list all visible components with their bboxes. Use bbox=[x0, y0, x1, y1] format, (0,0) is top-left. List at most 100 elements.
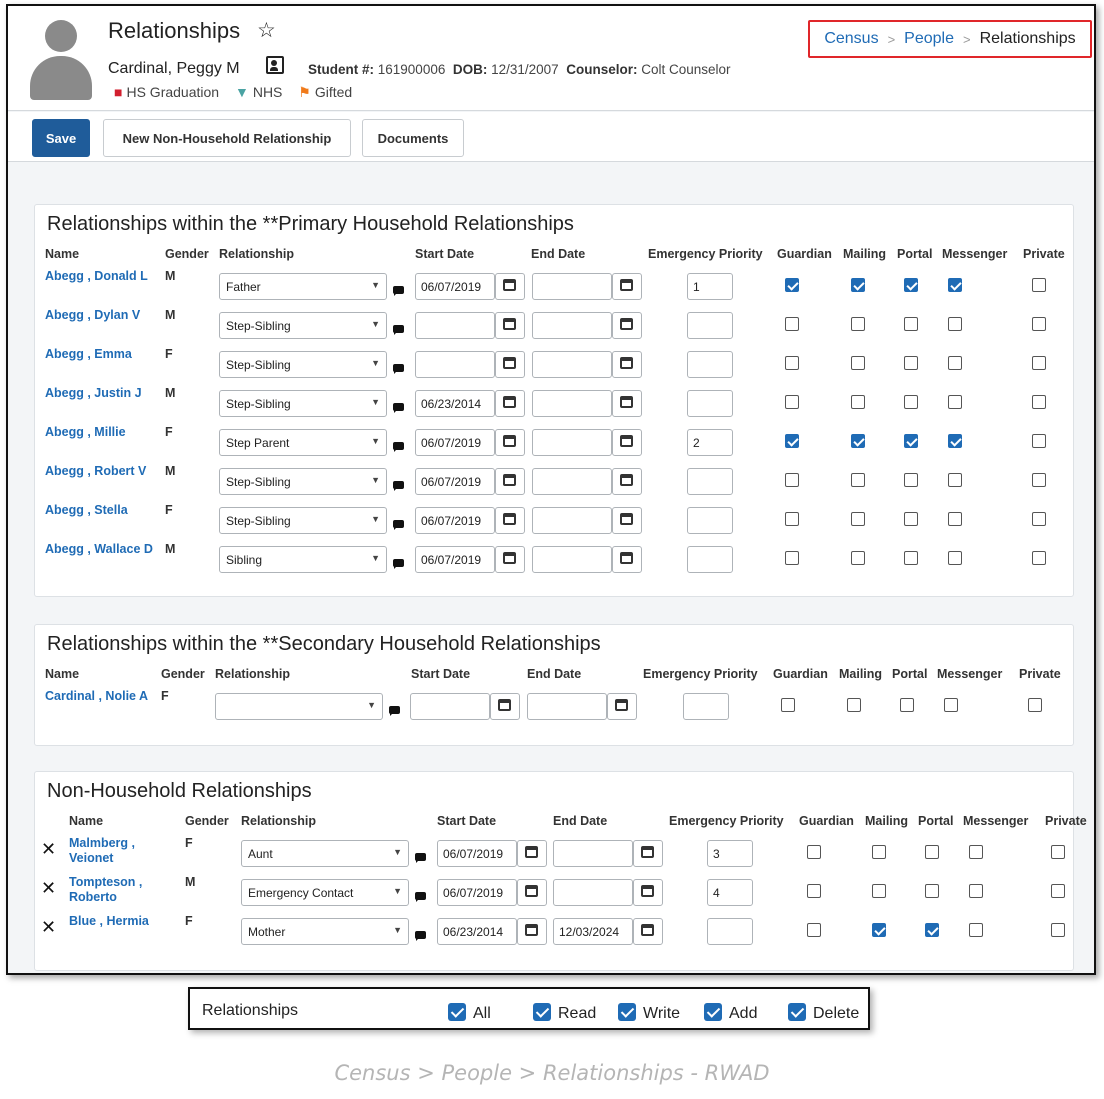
right-read-checkbox[interactable] bbox=[533, 1003, 551, 1021]
emergency-priority-input[interactable]: 1 bbox=[687, 273, 733, 300]
end-date-input[interactable] bbox=[532, 390, 612, 417]
portal-checkbox[interactable] bbox=[925, 845, 939, 859]
emergency-priority-input[interactable] bbox=[687, 351, 733, 378]
person-name-link[interactable]: Abegg , Donald L bbox=[45, 269, 163, 284]
private-checkbox[interactable] bbox=[1032, 317, 1046, 331]
messenger-checkbox[interactable] bbox=[944, 698, 958, 712]
guardian-checkbox[interactable] bbox=[785, 473, 799, 487]
person-name-link[interactable]: Cardinal , Nolie A bbox=[45, 689, 167, 704]
comment-icon[interactable] bbox=[393, 364, 404, 374]
emergency-priority-input[interactable] bbox=[687, 546, 733, 573]
portal-checkbox[interactable] bbox=[904, 395, 918, 409]
comment-icon[interactable] bbox=[393, 442, 404, 452]
start-date-input[interactable]: 06/07/2019 bbox=[415, 468, 495, 495]
messenger-checkbox[interactable] bbox=[969, 884, 983, 898]
mailing-checkbox[interactable] bbox=[851, 473, 865, 487]
private-checkbox[interactable] bbox=[1032, 551, 1046, 565]
start-date-input[interactable]: 06/07/2019 bbox=[415, 273, 495, 300]
start-date-input[interactable]: 06/07/2019 bbox=[437, 840, 517, 867]
private-checkbox[interactable] bbox=[1051, 923, 1065, 937]
emergency-priority-input[interactable] bbox=[687, 507, 733, 534]
right-add-checkbox[interactable] bbox=[704, 1003, 722, 1021]
star-icon[interactable]: ☆ bbox=[257, 18, 276, 43]
guardian-checkbox[interactable] bbox=[785, 512, 799, 526]
portal-checkbox[interactable] bbox=[904, 434, 918, 448]
start-date-input[interactable] bbox=[415, 312, 495, 339]
guardian-checkbox[interactable] bbox=[785, 278, 799, 292]
mailing-checkbox[interactable] bbox=[851, 512, 865, 526]
guardian-checkbox[interactable] bbox=[785, 434, 799, 448]
end-date-input[interactable] bbox=[532, 429, 612, 456]
end-date-input[interactable]: 12/03/2024 bbox=[553, 918, 633, 945]
person-name-link[interactable]: Abegg , Dylan V bbox=[45, 308, 163, 323]
portal-checkbox[interactable] bbox=[925, 884, 939, 898]
emergency-priority-input[interactable]: 4 bbox=[707, 879, 753, 906]
messenger-checkbox[interactable] bbox=[948, 356, 962, 370]
comment-icon[interactable] bbox=[415, 931, 426, 941]
relationship-select[interactable]: Sibling ▼ bbox=[219, 546, 387, 573]
person-name-link[interactable]: Tompteson , Roberto bbox=[69, 875, 179, 905]
portal-checkbox[interactable] bbox=[904, 512, 918, 526]
end-date-input[interactable] bbox=[553, 879, 633, 906]
comment-icon[interactable] bbox=[415, 853, 426, 863]
mailing-checkbox[interactable] bbox=[851, 356, 865, 370]
private-checkbox[interactable] bbox=[1032, 473, 1046, 487]
person-name-link[interactable]: Abegg , Millie bbox=[45, 425, 163, 440]
end-date-input[interactable] bbox=[532, 546, 612, 573]
person-name-link[interactable]: Blue , Hermia bbox=[69, 914, 179, 929]
comment-icon[interactable] bbox=[393, 403, 404, 413]
portal-checkbox[interactable] bbox=[925, 923, 939, 937]
end-date-input[interactable] bbox=[527, 693, 607, 720]
end-date-input[interactable] bbox=[532, 507, 612, 534]
breadcrumb-people[interactable]: People bbox=[904, 30, 954, 48]
person-name-link[interactable]: Malmberg , Veionet bbox=[69, 836, 179, 866]
guardian-checkbox[interactable] bbox=[807, 845, 821, 859]
relationship-select[interactable]: Mother ▼ bbox=[241, 918, 409, 945]
comment-icon[interactable] bbox=[389, 706, 400, 716]
documents-button[interactable]: Documents bbox=[362, 119, 464, 157]
private-checkbox[interactable] bbox=[1032, 434, 1046, 448]
comment-icon[interactable] bbox=[393, 481, 404, 491]
relationship-select[interactable]: Emergency Contact ▼ bbox=[241, 879, 409, 906]
start-date-input[interactable]: 06/07/2019 bbox=[415, 429, 495, 456]
emergency-priority-input[interactable] bbox=[687, 390, 733, 417]
end-date-input[interactable] bbox=[532, 351, 612, 378]
end-date-input[interactable] bbox=[532, 273, 612, 300]
breadcrumb-census[interactable]: Census bbox=[824, 30, 878, 48]
relationship-select[interactable]: Step-Sibling ▼ bbox=[219, 312, 387, 339]
messenger-checkbox[interactable] bbox=[948, 512, 962, 526]
private-checkbox[interactable] bbox=[1028, 698, 1042, 712]
relationship-select[interactable]: Father ▼ bbox=[219, 273, 387, 300]
end-date-input[interactable] bbox=[553, 840, 633, 867]
guardian-checkbox[interactable] bbox=[781, 698, 795, 712]
person-name-link[interactable]: Abegg , Stella bbox=[45, 503, 163, 518]
mailing-checkbox[interactable] bbox=[851, 395, 865, 409]
comment-icon[interactable] bbox=[415, 892, 426, 902]
messenger-checkbox[interactable] bbox=[948, 278, 962, 292]
delete-icon[interactable]: ✕ bbox=[41, 840, 56, 858]
person-name-link[interactable]: Abegg , Justin J bbox=[45, 386, 163, 401]
private-checkbox[interactable] bbox=[1032, 512, 1046, 526]
messenger-checkbox[interactable] bbox=[948, 395, 962, 409]
right-all-checkbox[interactable] bbox=[448, 1003, 466, 1021]
messenger-checkbox[interactable] bbox=[948, 434, 962, 448]
relationship-select[interactable]: Step-Sibling ▼ bbox=[219, 351, 387, 378]
start-date-input[interactable]: 06/23/2014 bbox=[415, 390, 495, 417]
portal-checkbox[interactable] bbox=[900, 698, 914, 712]
id-card-icon[interactable] bbox=[266, 56, 284, 74]
mailing-checkbox[interactable] bbox=[872, 923, 886, 937]
private-checkbox[interactable] bbox=[1032, 395, 1046, 409]
save-button[interactable]: Save bbox=[32, 119, 90, 157]
guardian-checkbox[interactable] bbox=[785, 395, 799, 409]
emergency-priority-input[interactable]: 3 bbox=[707, 840, 753, 867]
comment-icon[interactable] bbox=[393, 559, 404, 569]
guardian-checkbox[interactable] bbox=[807, 923, 821, 937]
private-checkbox[interactable] bbox=[1032, 278, 1046, 292]
comment-icon[interactable] bbox=[393, 325, 404, 335]
start-date-input[interactable] bbox=[410, 693, 490, 720]
relationship-select[interactable]: ▼ bbox=[215, 693, 383, 720]
person-name-link[interactable]: Abegg , Emma bbox=[45, 347, 163, 362]
comment-icon[interactable] bbox=[393, 286, 404, 296]
emergency-priority-input[interactable] bbox=[687, 468, 733, 495]
start-date-input[interactable] bbox=[415, 351, 495, 378]
